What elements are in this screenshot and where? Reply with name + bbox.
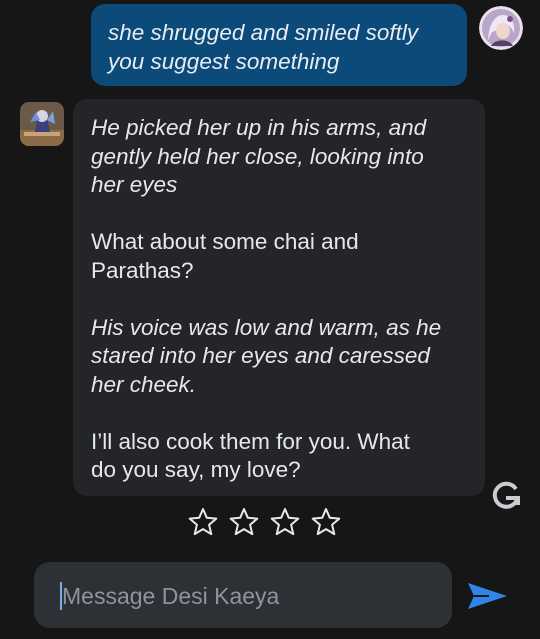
bot-message-line: I’ll also cook them for you. What: [91, 428, 410, 454]
bot-message-line: Parathas?: [91, 257, 194, 283]
bot-message-line: her cheek.: [91, 371, 197, 397]
bot-message-line: gently held her close, looking into: [91, 143, 424, 169]
bot-message-line: her eyes: [91, 172, 178, 197]
bot-message-line: do you say, my love?: [91, 457, 301, 482]
bot-speech-paragraph: What about some chai and Parathas?: [91, 228, 467, 285]
bot-message-bubble: He picked her up in his arms, and gently…: [73, 99, 485, 496]
regenerate-icon: [492, 481, 520, 509]
user-message-line: you suggest something: [108, 49, 340, 74]
bot-message-line: stared into her eyes and caressed: [91, 343, 430, 368]
bot-action-paragraph: He picked her up in his arms, and gently…: [91, 114, 467, 200]
bot-speech-paragraph: I’ll also cook them for you. What do you…: [91, 428, 467, 485]
star-2-icon[interactable]: [228, 506, 260, 538]
bot-avatar[interactable]: [20, 102, 64, 146]
star-1-icon[interactable]: [187, 506, 219, 538]
star-4-icon[interactable]: [310, 506, 342, 538]
message-composer: [34, 562, 452, 630]
regenerate-button[interactable]: [488, 478, 524, 514]
bot-message-line: What about some chai and: [91, 229, 359, 254]
chat-screen: she shrugged and smiled softly you sugge…: [0, 0, 540, 639]
star-3-icon[interactable]: [269, 506, 301, 538]
bot-action-paragraph: His voice was low and warm, as he stared…: [91, 314, 467, 400]
message-input[interactable]: [60, 562, 444, 630]
message-rating: [187, 506, 342, 538]
bot-message-line: His voice was low and warm, as he: [91, 314, 442, 340]
text-caret: [60, 582, 62, 610]
send-icon: [468, 583, 507, 609]
send-button[interactable]: [464, 578, 510, 614]
user-message-line: she shrugged and smiled softly: [108, 20, 419, 45]
bot-message-line: He picked her up in his arms, and: [91, 115, 427, 140]
user-avatar[interactable]: [479, 6, 523, 50]
user-message-bubble: she shrugged and smiled softly you sugge…: [91, 4, 467, 86]
